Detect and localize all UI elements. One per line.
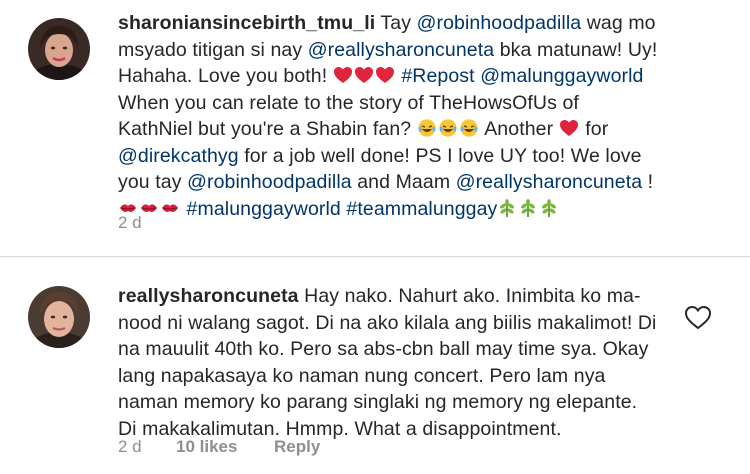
avatar[interactable]	[28, 18, 90, 80]
hashtag-link[interactable]: #malunggayworld	[187, 198, 341, 220]
mention-link[interactable]: @robinhoodpadilla	[187, 171, 352, 193]
comment-1: sharoniansincebirth_tmu_li Tay @robinhoo…	[0, 0, 750, 255]
comment-text-segment: Another	[479, 118, 559, 140]
tears-of-joy-emoji-icon	[417, 118, 437, 138]
hashtag-link[interactable]: #teammalunggay	[346, 198, 497, 220]
mention-link[interactable]: @malunggayworld	[480, 65, 643, 87]
heart-emoji-icon	[333, 65, 353, 85]
heart-emoji-icon	[375, 65, 395, 85]
tears-of-joy-emoji-icon	[459, 118, 479, 138]
herb-emoji-icon	[497, 198, 517, 218]
comment-username[interactable]: sharoniansincebirth_tmu_li	[118, 12, 375, 34]
comment-text-segment: for	[579, 118, 609, 140]
comment-text-segment: Tay	[380, 12, 417, 34]
comment-username[interactable]: reallysharoncuneta	[118, 285, 299, 307]
mention-link[interactable]: @reallysharoncuneta	[308, 39, 494, 61]
herb-emoji-icon	[539, 198, 559, 218]
comment-text-segment: and Maam	[351, 171, 456, 193]
avatar[interactable]	[28, 286, 90, 348]
comment-timestamp: 2 d	[118, 213, 142, 232]
comment-text: sharoniansincebirth_tmu_li Tay @robinhoo…	[118, 10, 658, 222]
comment-meta: 2 d 10 likes Reply	[118, 437, 320, 457]
mention-link[interactable]: @direkcathyg	[118, 145, 239, 167]
tears-of-joy-emoji-icon	[438, 118, 458, 138]
reply-button[interactable]: Reply	[274, 437, 320, 457]
kiss-mark-emoji-icon	[139, 198, 159, 218]
heart-emoji-icon	[559, 118, 579, 138]
comment-meta: 2 d	[118, 213, 142, 233]
hashtag-link[interactable]: #Repost	[401, 65, 474, 87]
comment-timestamp: 2 d	[118, 437, 142, 456]
comment-text: reallysharoncuneta Hay nako. Nahurt ako.…	[118, 283, 658, 442]
mention-link[interactable]: @robinhoodpadilla	[417, 12, 582, 34]
kiss-mark-emoji-icon	[160, 198, 180, 218]
heart-emoji-icon	[354, 65, 374, 85]
comment-text-segment: !	[642, 171, 654, 193]
like-heart-icon[interactable]	[684, 305, 712, 331]
likes-count[interactable]: 10 likes	[176, 437, 274, 457]
herb-emoji-icon	[518, 198, 538, 218]
comment-text-segment: Hay nako. Nahurt ako. Inimbita ko ma-noo…	[118, 285, 657, 440]
comment-2: reallysharoncuneta Hay nako. Nahurt ako.…	[0, 257, 750, 474]
mention-link[interactable]: @reallysharoncuneta	[456, 171, 642, 193]
